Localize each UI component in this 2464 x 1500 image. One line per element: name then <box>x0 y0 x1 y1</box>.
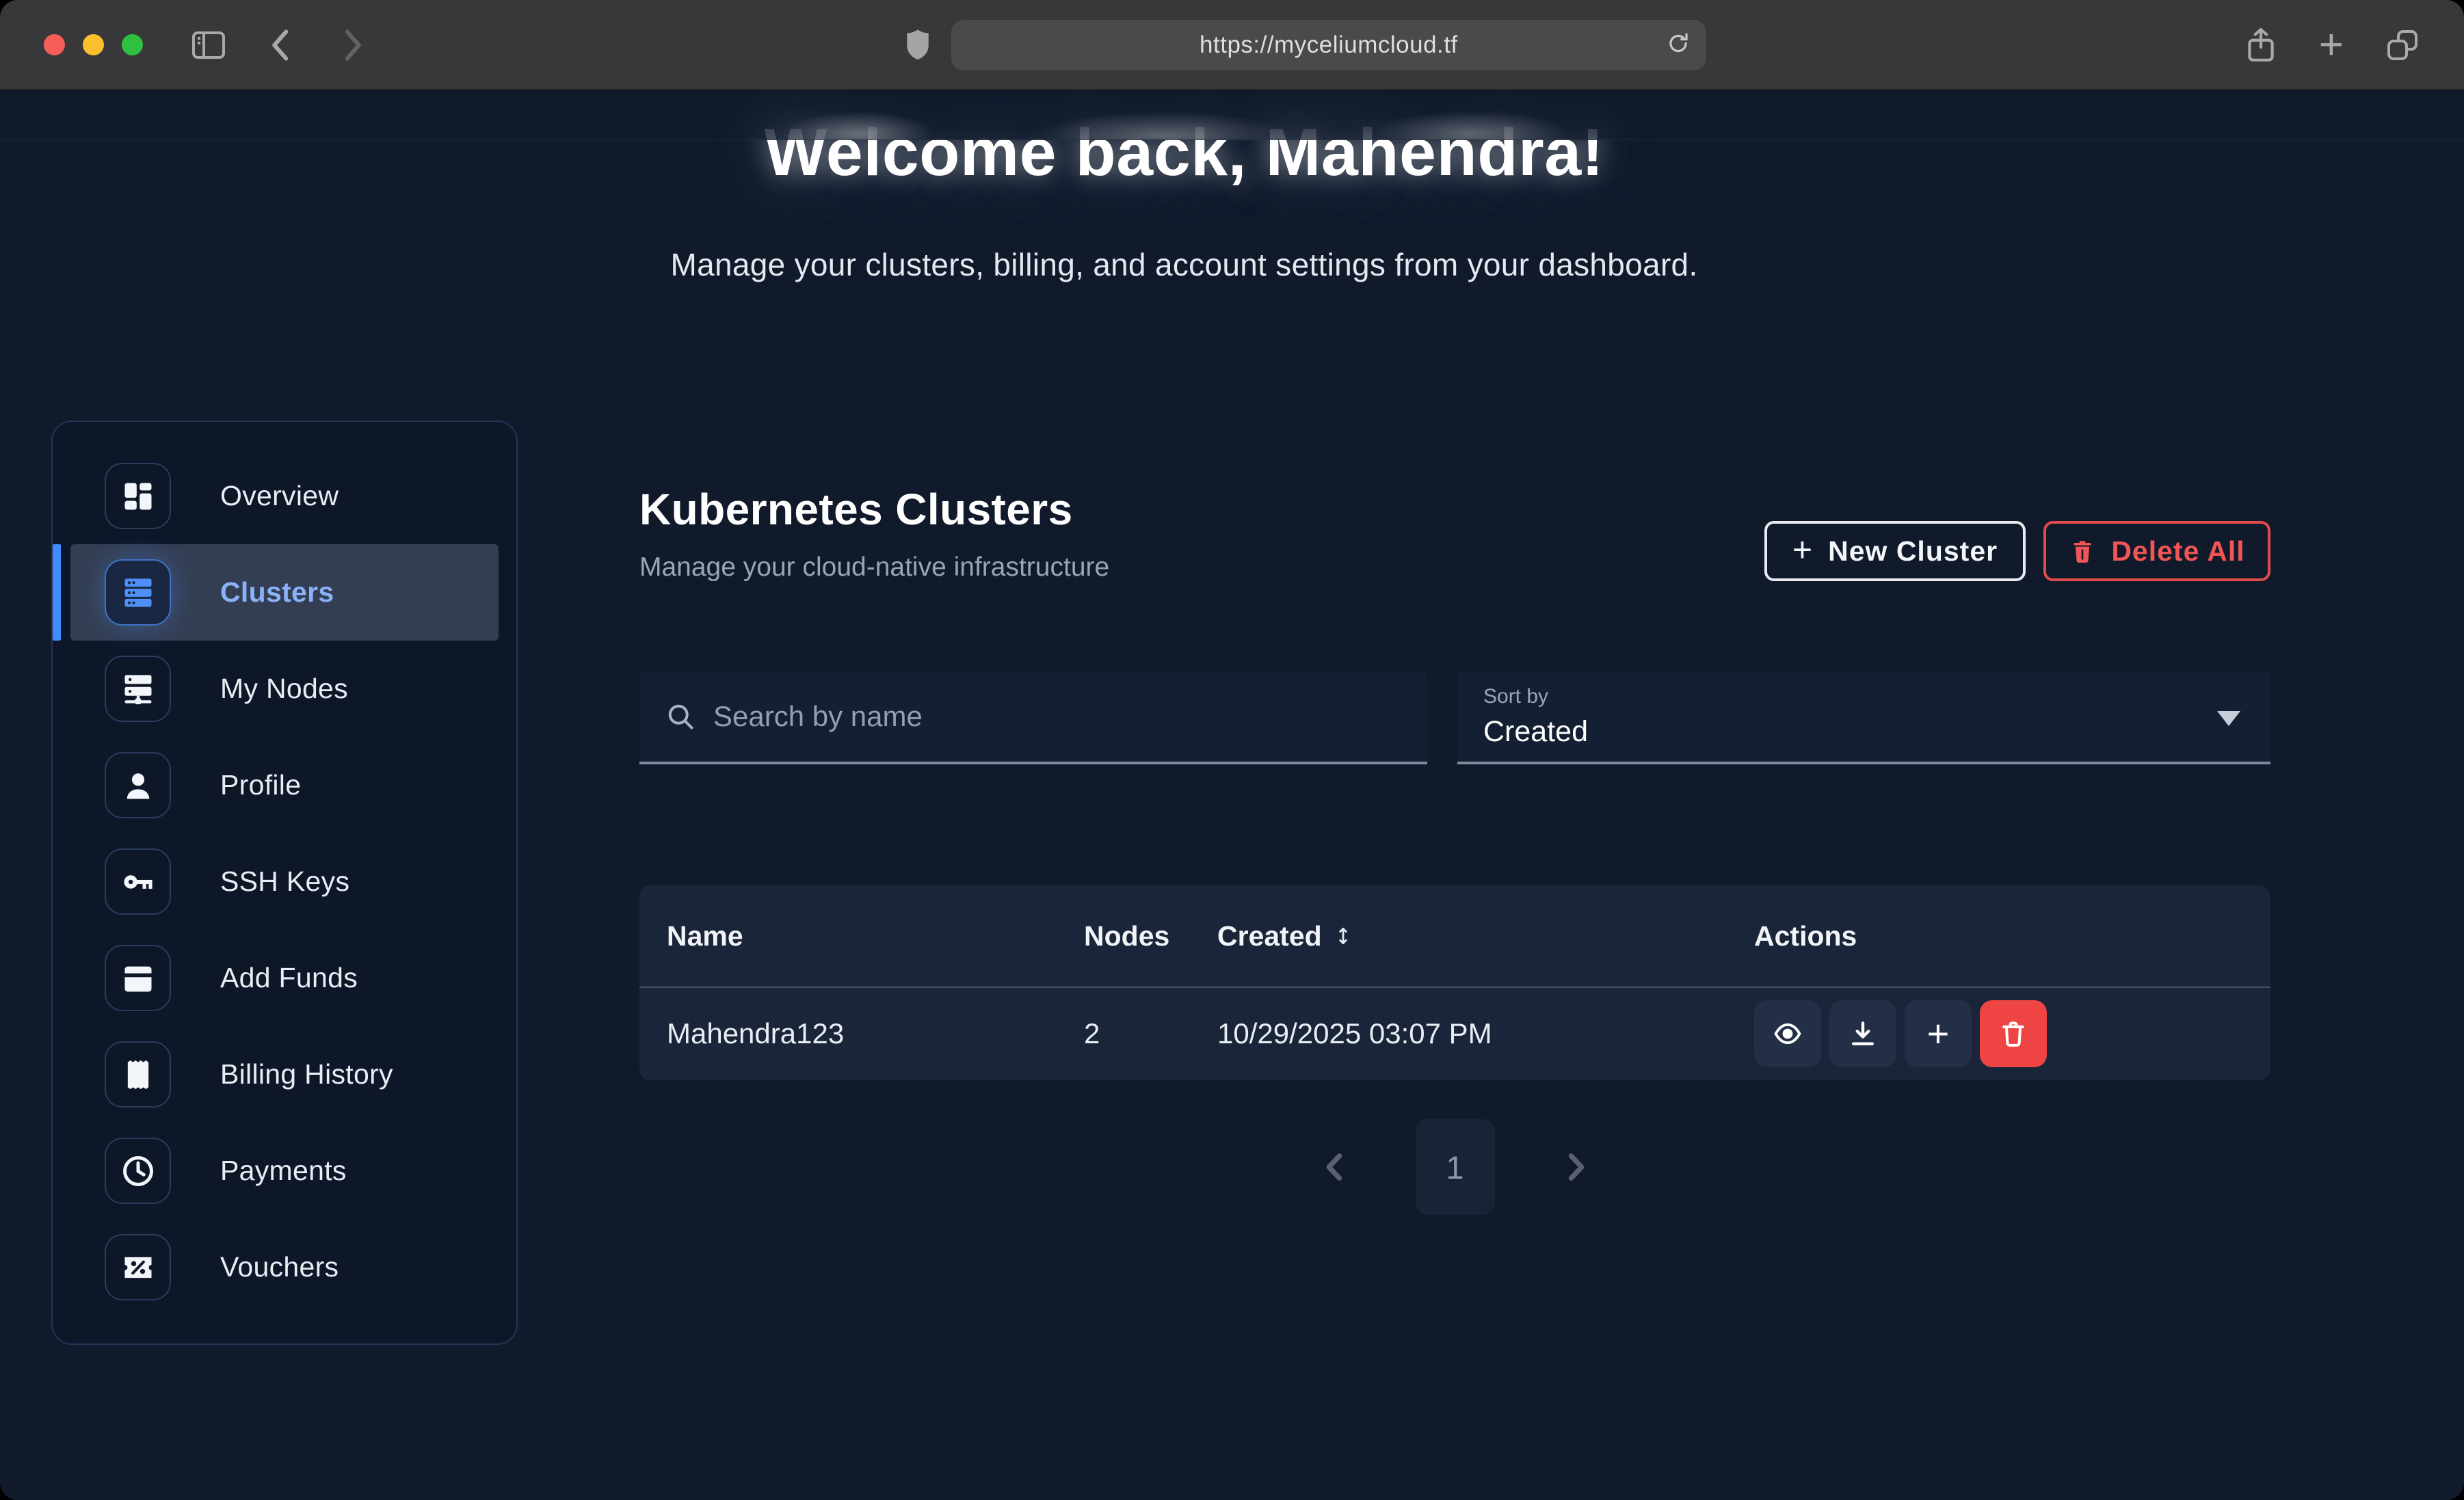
sidebar-item-profile[interactable]: Profile <box>70 737 499 833</box>
sidebar-item-label: Payments <box>220 1155 347 1187</box>
view-cluster-button[interactable] <box>1754 1000 1821 1067</box>
url-text: https://myceliumcloud.tf <box>1200 31 1458 59</box>
sort-arrows-icon <box>1332 924 1355 948</box>
sidebar-item-payments[interactable]: Payments <box>70 1123 499 1219</box>
column-header-name: Name <box>639 920 1057 952</box>
traffic-lights <box>44 34 143 55</box>
dashboard-sidebar: Overview Clusters My Nodes <box>51 420 518 1345</box>
privacy-shield-icon[interactable] <box>903 28 932 62</box>
receipt-icon <box>105 1041 171 1108</box>
cluster-actions-cell: + <box>1727 1000 2270 1067</box>
sidebar-toggle-icon[interactable] <box>191 30 226 60</box>
address-bar[interactable]: https://myceliumcloud.tf <box>951 20 1706 70</box>
sidebar-item-label: SSH Keys <box>220 866 349 898</box>
screenshot-root: https://myceliumcloud.tf + <box>0 0 2464 1500</box>
add-node-button[interactable]: + <box>1905 1000 1972 1067</box>
column-header-nodes: Nodes <box>1057 920 1190 952</box>
minimize-window-button[interactable] <box>83 34 104 55</box>
new-cluster-label: New Cluster <box>1828 535 1998 567</box>
cluster-name-cell: Mahendra123 <box>639 1017 1057 1050</box>
search-input[interactable] <box>713 700 1401 733</box>
sidebar-item-overview[interactable]: Overview <box>70 448 499 544</box>
forward-icon[interactable] <box>339 27 366 64</box>
cluster-nodes-cell: 2 <box>1057 1017 1190 1050</box>
chevron-left-icon <box>1317 1149 1353 1185</box>
reload-icon[interactable] <box>1665 30 1691 59</box>
chevron-right-icon <box>1558 1149 1593 1185</box>
page-content: Welcome back, Mahendra! Manage your clus… <box>0 90 2464 1500</box>
sidebar-item-label: Billing History <box>220 1058 393 1090</box>
nodes-icon <box>105 656 171 722</box>
eye-icon <box>1773 1019 1803 1049</box>
sidebar-item-label: Profile <box>220 769 301 801</box>
next-page-button[interactable] <box>1558 1149 1593 1185</box>
page-subtitle: Manage your cloud-native infrastructure <box>639 552 1109 582</box>
table-row: Mahendra123 2 10/29/2025 03:07 PM <box>639 988 2270 1079</box>
sidebar-item-ssh-keys[interactable]: SSH Keys <box>70 833 499 930</box>
close-window-button[interactable] <box>44 34 65 55</box>
clusters-table: Name Nodes Created Actions <box>639 885 2270 1080</box>
download-icon <box>1848 1019 1878 1049</box>
new-cluster-button[interactable]: + New Cluster <box>1764 521 2026 581</box>
clock-icon <box>105 1138 171 1204</box>
back-icon[interactable] <box>267 27 295 64</box>
sidebar-item-clusters[interactable]: Clusters <box>70 544 499 641</box>
sidebar-item-billing-history[interactable]: Billing History <box>70 1026 499 1123</box>
search-field <box>639 671 1427 764</box>
sidebar-item-label: Clusters <box>220 576 334 608</box>
download-kubeconfig-button[interactable] <box>1829 1000 1896 1067</box>
delete-all-label: Delete All <box>2111 535 2244 567</box>
trash-icon <box>1998 1019 2028 1049</box>
dashboard-icon <box>105 463 171 529</box>
browser-window: https://myceliumcloud.tf + <box>0 0 2464 1500</box>
servers-icon <box>105 559 171 626</box>
sort-select[interactable]: Sort by Created <box>1457 671 2270 764</box>
sort-label: Sort by <box>1483 685 2244 708</box>
delete-all-button[interactable]: Delete All <box>2043 521 2270 581</box>
page-title: Kubernetes Clusters <box>639 484 1073 535</box>
sidebar-item-add-funds[interactable]: Add Funds <box>70 930 499 1026</box>
sidebar-item-label: Add Funds <box>220 962 358 994</box>
cluster-created-cell: 10/29/2025 03:07 PM <box>1190 1017 1727 1050</box>
sidebar-item-label: Overview <box>220 480 339 512</box>
delete-cluster-button[interactable] <box>1980 1000 2047 1067</box>
key-icon <box>105 848 171 915</box>
table-header-row: Name Nodes Created Actions <box>639 885 2270 988</box>
ticket-icon <box>105 1234 171 1300</box>
tab-overview-icon[interactable] <box>2385 27 2420 63</box>
person-icon <box>105 752 171 818</box>
browser-toolbar: https://myceliumcloud.tf + <box>0 0 2464 90</box>
search-icon <box>665 701 696 732</box>
chevron-down-icon <box>2217 711 2240 726</box>
sidebar-item-label: Vouchers <box>220 1251 339 1283</box>
column-header-actions: Actions <box>1727 920 2270 952</box>
wallet-icon <box>105 945 171 1011</box>
sort-value: Created <box>1483 715 2244 749</box>
sidebar-item-vouchers[interactable]: Vouchers <box>70 1219 499 1315</box>
column-header-created[interactable]: Created <box>1190 920 1727 952</box>
previous-page-button[interactable] <box>1317 1149 1353 1185</box>
pagination: 1 <box>639 1119 2270 1215</box>
trash-icon <box>2069 537 2096 565</box>
page-number-button[interactable]: 1 <box>1416 1119 1495 1215</box>
plus-icon: + <box>1927 1015 1950 1053</box>
zoom-window-button[interactable] <box>122 34 143 55</box>
plus-icon: + <box>1792 530 1813 570</box>
clusters-main: Kubernetes Clusters Manage your cloud-na… <box>639 90 2270 1500</box>
new-tab-icon[interactable]: + <box>2319 24 2344 66</box>
share-icon[interactable] <box>2244 26 2278 64</box>
sidebar-item-my-nodes[interactable]: My Nodes <box>70 641 499 737</box>
sidebar-item-label: My Nodes <box>220 673 348 705</box>
site-navbar <box>0 90 2464 140</box>
